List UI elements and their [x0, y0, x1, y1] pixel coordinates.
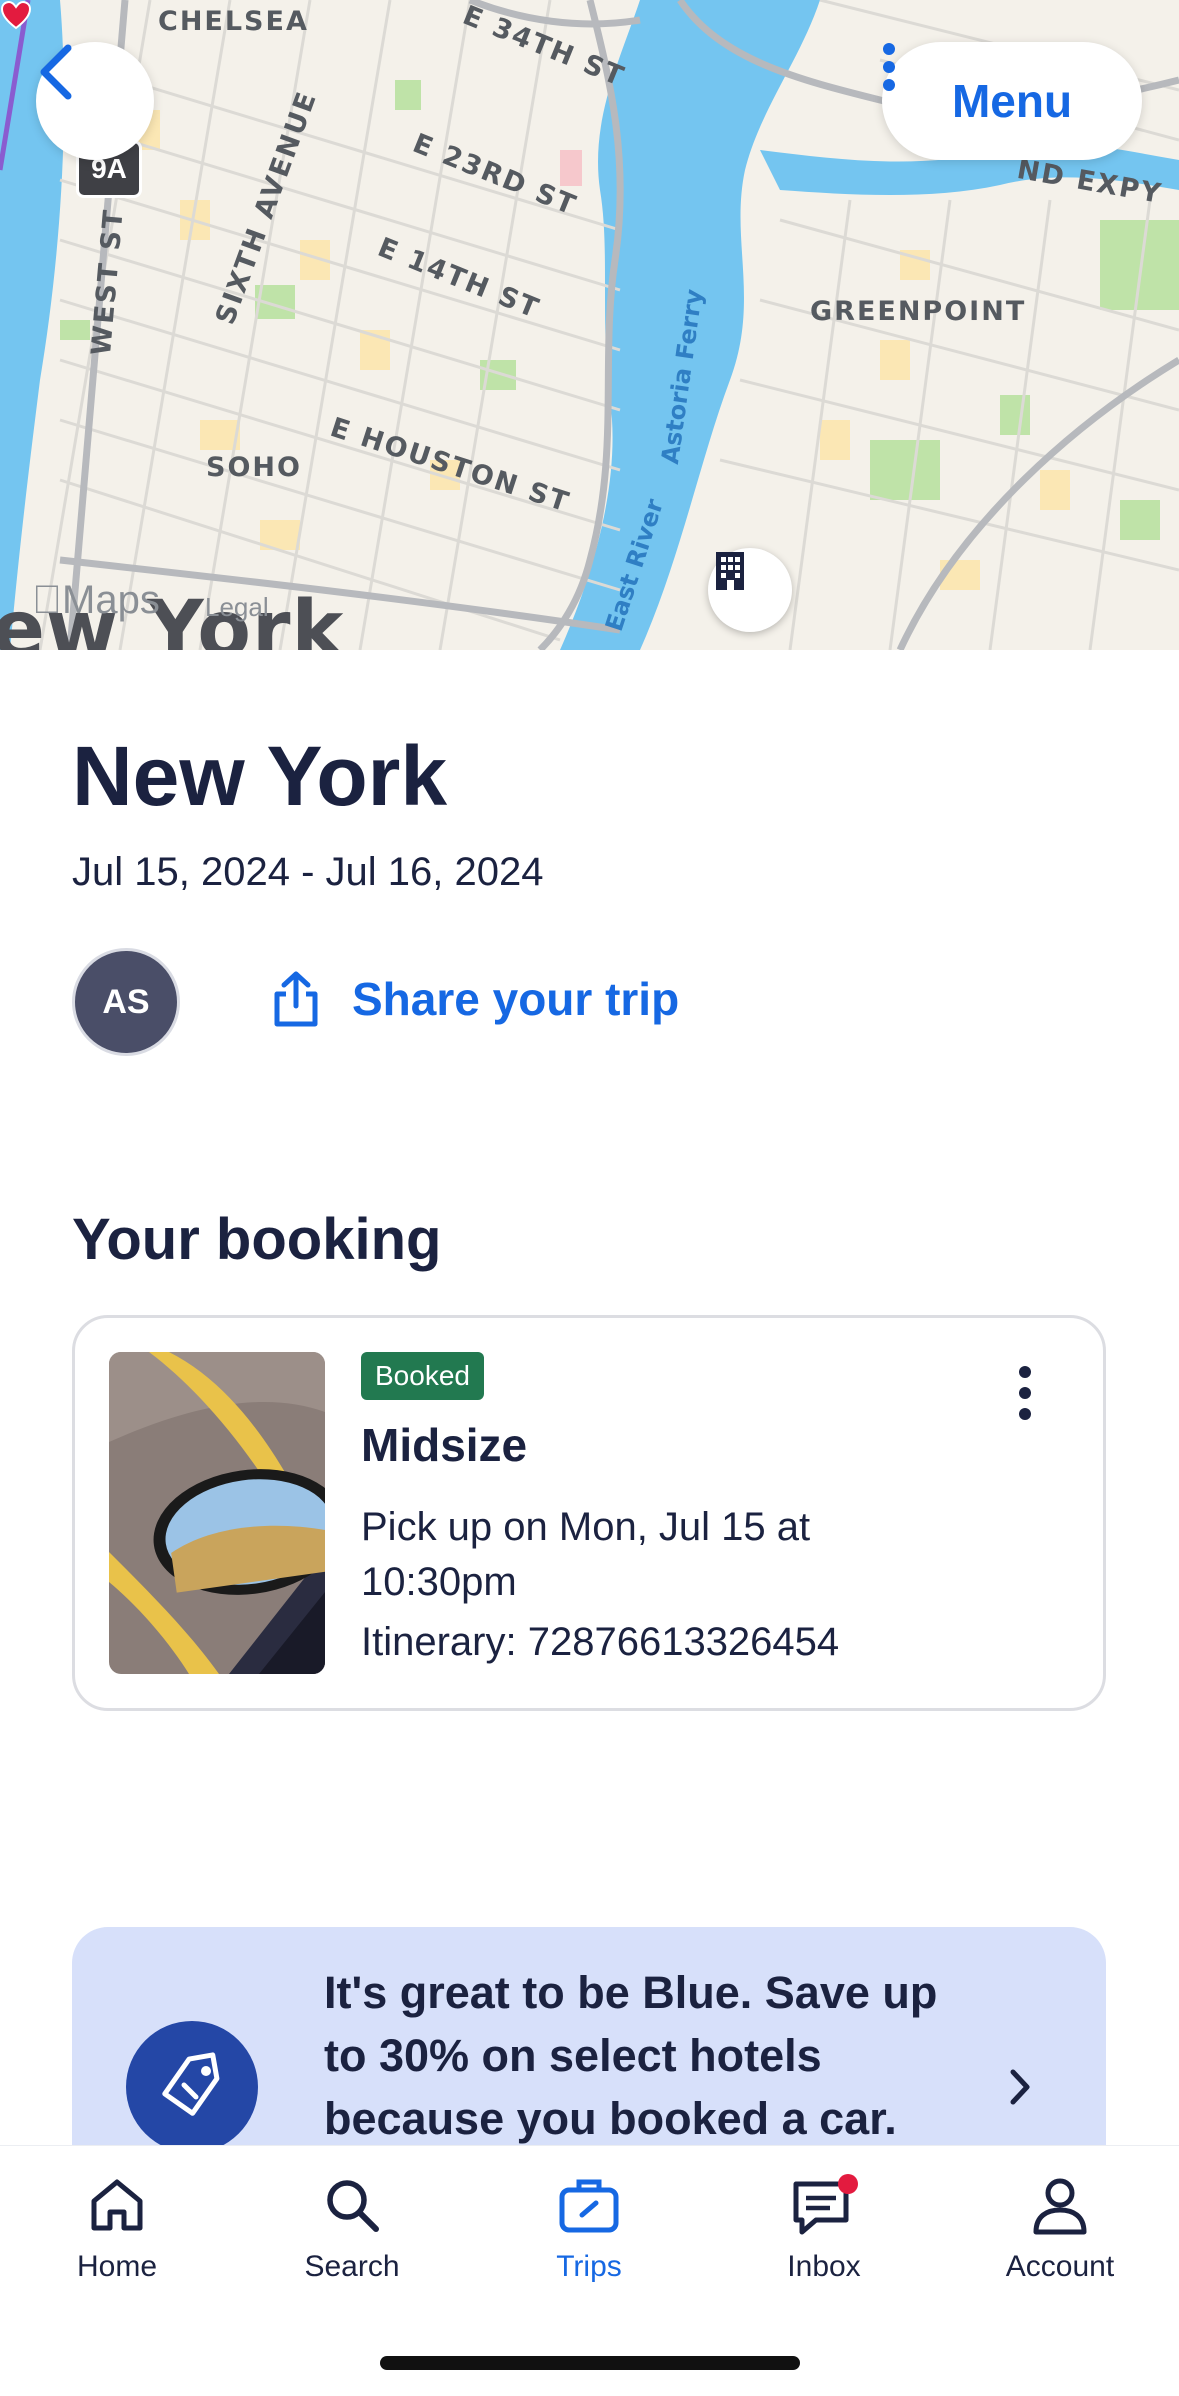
home-indicator[interactable]	[380, 2356, 800, 2370]
more-vertical-icon-dot	[1019, 1366, 1031, 1378]
promo-text: It's great to be Blue. Save up to 30% on…	[324, 1967, 938, 2144]
search-icon	[327, 2180, 379, 2232]
share-trip-button[interactable]: Share your trip	[272, 970, 679, 1028]
notification-dot	[838, 2174, 858, 2194]
tab-trips[interactable]: Trips	[489, 2174, 689, 2284]
trip-title: New York	[72, 729, 448, 823]
traveler-avatar[interactable]: AS	[72, 948, 180, 1056]
tab-home[interactable]: Home	[17, 2174, 217, 2284]
person-icon	[1033, 2178, 1087, 2235]
booking-title: Midsize	[361, 1419, 528, 1471]
tab-home-label: Home	[76, 2250, 158, 2283]
tab-inbox-label: Inbox	[787, 2250, 861, 2283]
more-vertical-icon-dot	[1019, 1408, 1031, 1420]
more-vertical-icon-dot	[1019, 1387, 1031, 1399]
booking-pickup: Pick up on Mon, Jul 15 at 10:30pm	[361, 1505, 811, 1604]
tab-inbox[interactable]: Inbox	[724, 2174, 924, 2284]
chevron-right-icon	[1010, 2069, 1030, 2105]
tab-search-label: Search	[304, 2250, 400, 2283]
map-label-greenpoint: GREENPOINT	[810, 296, 1027, 327]
booking-itinerary: Itinerary: 72876613326454	[361, 1620, 840, 1664]
favorite-heart-icon	[0, 0, 32, 30]
map-label-soho: SOHO	[206, 452, 302, 483]
more-vertical-icon	[883, 43, 895, 91]
booking-status-badge: Booked	[361, 1352, 484, 1400]
share-trip-label: Share your trip	[352, 973, 680, 1025]
chat-icon	[793, 2174, 858, 2235]
share-icon	[274, 971, 318, 1027]
maps-attribution: Maps	[32, 578, 160, 622]
your-booking-heading: Your booking	[72, 1207, 442, 1272]
map-view[interactable]: CHELSEA E 34TH ST E 23RD ST E 14TH ST E …	[0, 0, 1179, 650]
maps-legal-link[interactable]: Legal	[205, 592, 269, 623]
back-button[interactable]	[36, 42, 154, 160]
tab-search[interactable]: Search	[252, 2174, 452, 2284]
tab-trips-label: Trips	[556, 2250, 622, 2283]
chevron-left-icon	[40, 44, 72, 100]
price-tag-icon	[126, 2021, 258, 2147]
booking-more-button[interactable]	[1005, 1358, 1045, 1428]
car-rental-image	[109, 1352, 325, 1674]
apple-logo-icon: 	[32, 578, 62, 622]
briefcase-icon	[559, 2179, 619, 2233]
booking-card[interactable]: Booked Midsize Pick up on Mon, Jul 15 at…	[72, 1315, 1106, 1711]
trip-dates: Jul 15, 2024 - Jul 16, 2024	[72, 850, 544, 894]
tab-account[interactable]: Account	[960, 2174, 1160, 2284]
hotel-map-pin[interactable]	[708, 548, 792, 632]
menu-label: Menu	[951, 75, 1073, 127]
tab-account-label: Account	[1005, 2250, 1115, 2283]
loyalty-promo-banner[interactable]: It's great to be Blue. Save up to 30% on…	[72, 1927, 1106, 2147]
menu-button[interactable]: Menu	[882, 42, 1142, 160]
home-icon	[91, 2179, 143, 2231]
building-icon	[716, 552, 744, 590]
map-label-chelsea: CHELSEA	[158, 6, 309, 37]
